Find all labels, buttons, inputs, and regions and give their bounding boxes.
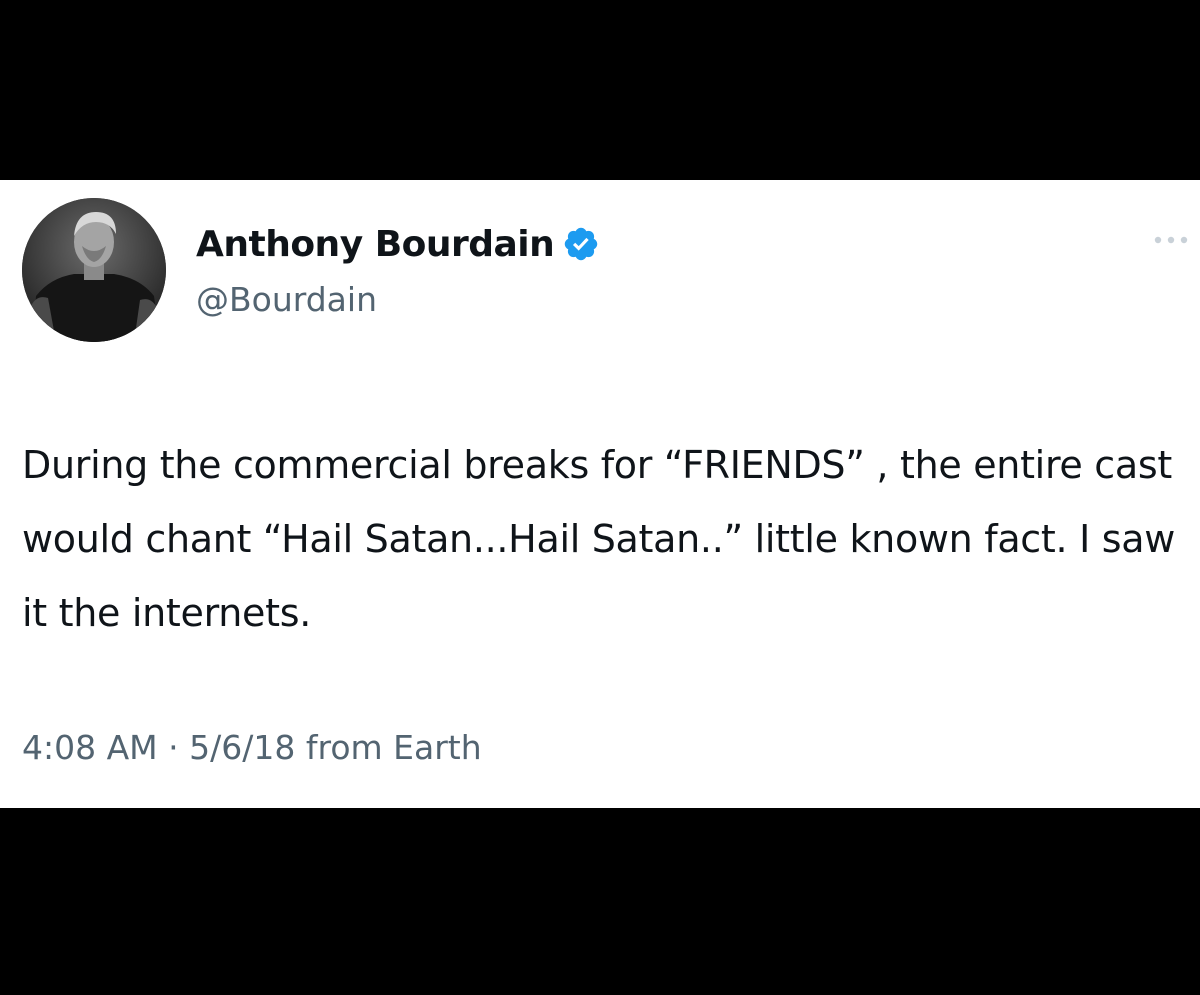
author-handle[interactable]: @Bourdain <box>196 280 377 319</box>
tweet-source: from Earth <box>305 728 482 767</box>
tweet-text: During the commercial breaks for “FRIEND… <box>22 443 1176 635</box>
author-display-name[interactable]: Anthony Bourdain <box>196 224 555 265</box>
tweet-metadata: 4:08 AM · 5/6/18 from Earth <box>22 728 482 767</box>
ellipsis-icon[interactable] <box>1152 230 1190 250</box>
author-name-row: Anthony Bourdain <box>196 218 600 270</box>
image-frame: Anthony Bourdain @Bourdain During the co… <box>0 0 1200 995</box>
meta-separator: · <box>168 728 179 767</box>
avatar[interactable] <box>22 198 166 342</box>
profile-photo-icon <box>22 198 166 342</box>
tweet-date[interactable]: 5/6/18 <box>189 728 295 767</box>
tweet-time[interactable]: 4:08 AM <box>22 728 158 767</box>
verified-badge-icon <box>565 227 598 261</box>
tweet-card: Anthony Bourdain @Bourdain During the co… <box>0 180 1200 808</box>
